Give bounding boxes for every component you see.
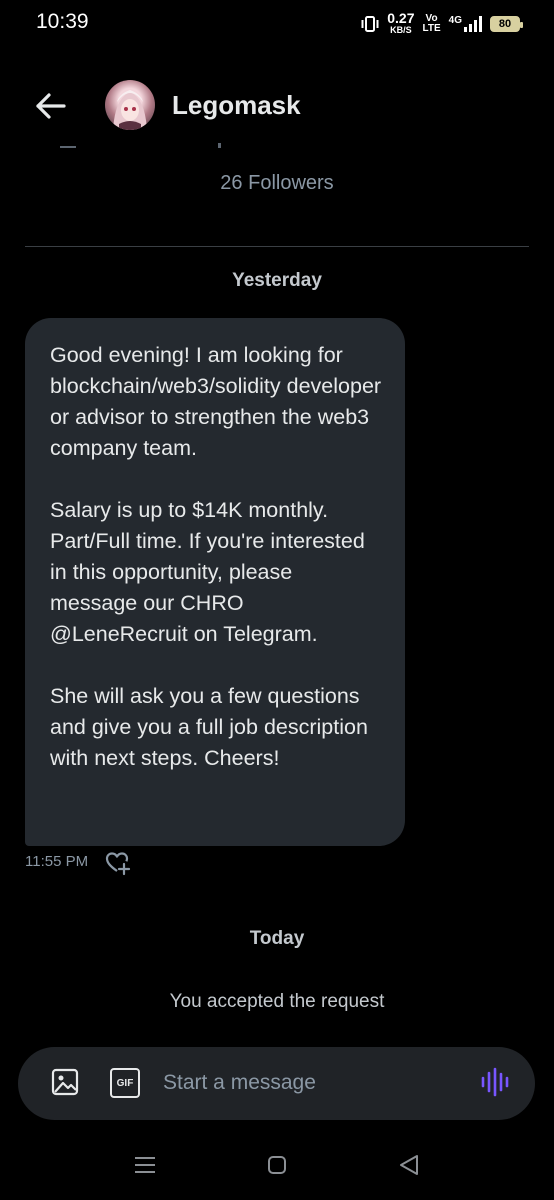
message-composer: GIF Start a message <box>18 1047 535 1120</box>
menu-icon[interactable] <box>130 1150 160 1180</box>
message-timestamp: 11:55 PM <box>25 853 89 870</box>
back-triangle-icon[interactable] <box>394 1150 424 1180</box>
followers-count: 26 Followers <box>220 172 334 194</box>
message-paragraph: Good evening! I am looking for blockchai… <box>50 343 382 460</box>
net-speed-value: 0.27 <box>387 10 415 26</box>
status-time: 10:39 <box>36 10 89 33</box>
vibrate-icon <box>361 16 379 32</box>
home-square-icon[interactable] <box>262 1150 292 1180</box>
message-paragraph: Salary is up to $14K monthly. Part/Full … <box>50 498 365 646</box>
voice-wave-icon[interactable] <box>478 1065 512 1099</box>
message-bubble[interactable]: Good evening! I am looking for blockchai… <box>25 318 405 846</box>
avatar[interactable] <box>105 80 155 130</box>
arrow-left-icon[interactable] <box>30 86 70 126</box>
gif-icon[interactable]: GIF <box>110 1068 140 1098</box>
net-speed-unit: KB/S <box>390 25 412 35</box>
divider <box>25 246 529 247</box>
date-separator-today: Today <box>249 928 305 949</box>
date-separator-yesterday: Yesterday <box>232 270 322 291</box>
volte-bottom: LTE <box>422 23 441 34</box>
heart-plus-icon[interactable] <box>104 849 132 877</box>
battery-level: 80 <box>498 18 512 30</box>
battery-icon: 80 <box>490 16 523 32</box>
signal: 4G <box>449 16 482 32</box>
gif-label: GIF <box>116 1077 134 1089</box>
contact-name[interactable]: Legomask <box>172 90 301 121</box>
network-type: 4G <box>448 15 462 26</box>
net-speed: 0.27 KB/S <box>387 10 415 36</box>
signal-icon <box>464 16 482 32</box>
message-input[interactable]: Start a message <box>163 1071 316 1095</box>
image-icon[interactable] <box>50 1067 80 1097</box>
system-message: You accepted the request <box>169 991 385 1012</box>
status-icons: 0.27 KB/S Vo LTE 4G 80 <box>361 10 523 36</box>
message-paragraph: She will ask you a few questions and giv… <box>50 684 368 770</box>
volte-badge: Vo LTE <box>423 14 441 34</box>
clipped-profile-row <box>60 143 221 148</box>
avatar-image <box>113 90 147 130</box>
